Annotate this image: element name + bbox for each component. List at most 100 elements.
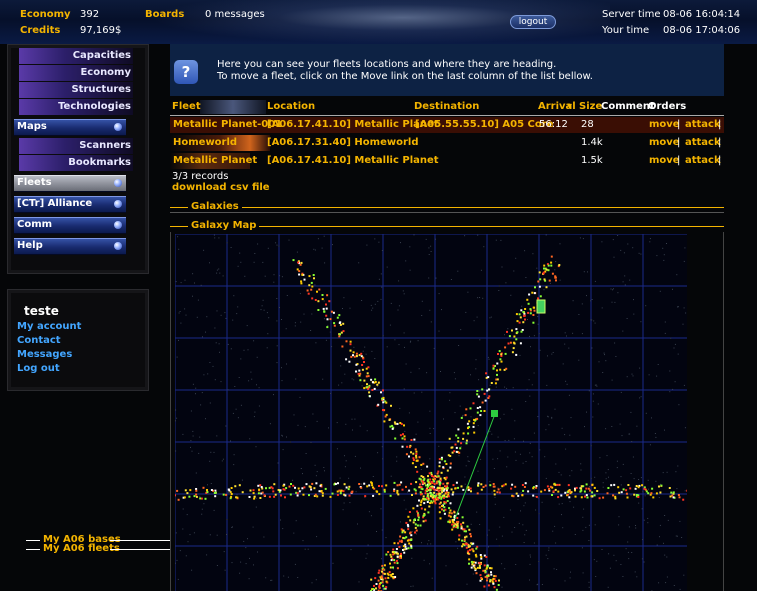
nav-capacities-label: Capacities xyxy=(72,50,131,61)
nav-structures-label: Structures xyxy=(71,84,131,95)
top-header: Economy 392 Credits 97,169$ Boards 0 mes… xyxy=(0,0,757,44)
nav-bookmarks-label: Bookmarks xyxy=(68,157,131,168)
divider xyxy=(26,549,40,550)
nav-technologies[interactable]: Technologies xyxy=(19,99,133,115)
server-time-label: Server time xyxy=(602,9,661,20)
move-link[interactable]: move xyxy=(649,119,680,130)
map-grid xyxy=(175,234,687,591)
records-count: 3/3 records xyxy=(172,171,229,182)
server-time-value: 08-06 16:04:14 xyxy=(663,9,741,20)
separator: | xyxy=(718,137,722,148)
fleet-marker[interactable] xyxy=(491,410,498,417)
nav-bookmarks[interactable]: Bookmarks xyxy=(19,155,133,171)
location-link[interactable]: [A06.17.41.10] Metallic Planet xyxy=(267,155,439,166)
user-panel: teste My account Contact Messages Log ou… xyxy=(7,289,149,391)
fleet-route-line xyxy=(454,413,496,520)
separator: | xyxy=(718,155,722,166)
nav-capacities[interactable]: Capacities xyxy=(19,48,133,64)
divider xyxy=(26,540,40,541)
nav-technologies-label: Technologies xyxy=(58,101,131,112)
separator: | xyxy=(677,119,681,130)
nav-fleets-label: Fleets xyxy=(17,177,52,188)
move-link[interactable]: move xyxy=(649,137,680,148)
col-comment: Comment xyxy=(601,101,655,112)
logout-button[interactable]: logout xyxy=(510,15,556,29)
messages-count[interactable]: 0 messages xyxy=(205,9,265,20)
divider xyxy=(110,549,170,550)
divider xyxy=(170,212,724,213)
nav-scanners-label: Scanners xyxy=(79,140,131,151)
left-navigation: Capacities Economy Structures Technologi… xyxy=(7,44,149,274)
orb-icon xyxy=(114,123,122,131)
fleet-name-link[interactable]: Metallic Planet-001 xyxy=(173,119,282,130)
separator: | xyxy=(677,155,681,166)
logout-link[interactable]: Log out xyxy=(17,363,60,374)
nav-maps-label: Maps xyxy=(17,121,47,132)
sort-desc-icon[interactable]: ▾ xyxy=(567,101,572,112)
orb-icon xyxy=(114,221,122,229)
nav-help[interactable]: Help xyxy=(14,238,126,255)
my-fleets-link[interactable]: My A06 fleets xyxy=(43,543,120,554)
info-line-2: To move a fleet, click on the Move link … xyxy=(217,71,593,82)
separator: | xyxy=(718,119,722,130)
attack-link[interactable]: attack xyxy=(685,155,721,166)
fleet-name-link[interactable]: Homeworld xyxy=(173,137,237,148)
your-time-value: 08-06 17:04:06 xyxy=(663,25,741,36)
col-destination[interactable]: Destination xyxy=(414,101,479,112)
galaxies-label: Galaxies xyxy=(188,201,242,212)
info-line-1: Here you can see your fleets locations a… xyxy=(217,59,557,70)
map-stars xyxy=(175,234,687,591)
arrival-time: 56:12 xyxy=(539,119,568,130)
col-size[interactable]: Size xyxy=(579,101,602,112)
nav-economy[interactable]: Economy xyxy=(19,65,133,81)
location-link[interactable]: [A06.17.41.10] Metallic Planet xyxy=(267,119,439,130)
nav-comm-label: Comm xyxy=(17,219,53,230)
my-account-link[interactable]: My account xyxy=(17,321,81,332)
galaxy-map-section[interactable]: Galaxy Map xyxy=(170,220,724,232)
economy-value: 392 xyxy=(80,9,100,20)
username: teste xyxy=(24,304,59,318)
col-orders: Orders xyxy=(648,101,687,112)
your-time-label: Your time xyxy=(602,25,650,36)
nav-fleets[interactable]: Fleets xyxy=(14,175,126,192)
nav-comm[interactable]: Comm xyxy=(14,217,126,234)
destination-link[interactable]: [A05.55.55.10] A05 Core xyxy=(415,119,553,130)
nav-alliance[interactable]: [CTr] Alliance xyxy=(14,196,126,213)
col-location[interactable]: Location xyxy=(267,101,315,112)
fleet-size: 28 xyxy=(581,119,594,130)
header-banner xyxy=(200,100,266,114)
credits-label: Credits xyxy=(20,25,61,36)
contact-link[interactable]: Contact xyxy=(17,335,61,346)
fleet-table-header: Fleet Location Destination Arrival ▾ Siz… xyxy=(170,100,724,116)
base-marker[interactable] xyxy=(536,299,546,314)
col-fleet[interactable]: Fleet xyxy=(172,101,201,112)
divider xyxy=(110,540,170,541)
nav-economy-label: Economy xyxy=(80,67,131,78)
divider xyxy=(723,232,724,591)
orb-icon xyxy=(114,179,122,187)
messages-link[interactable]: Messages xyxy=(17,349,72,360)
download-csv-link[interactable]: download csv file xyxy=(172,182,270,193)
fleet-size: 1.5k xyxy=(581,155,603,166)
move-link[interactable]: move xyxy=(649,155,680,166)
separator: | xyxy=(677,137,681,148)
info-box xyxy=(170,44,724,96)
table-row: Metallic Planet-001 [A06.17.41.10] Metal… xyxy=(170,117,724,133)
boards-link[interactable]: Boards xyxy=(145,9,184,20)
table-row: Homeworld [A06.17.31.40] Homeworld 1.4k … xyxy=(170,135,724,151)
nav-scanners[interactable]: Scanners xyxy=(19,138,133,154)
attack-link[interactable]: attack xyxy=(685,137,721,148)
galaxy-map[interactable] xyxy=(175,234,687,591)
orb-icon xyxy=(114,200,122,208)
location-link[interactable]: [A06.17.31.40] Homeworld xyxy=(267,137,419,148)
fleet-name-link[interactable]: Metallic Planet xyxy=(173,155,257,166)
nav-maps[interactable]: Maps xyxy=(14,119,126,136)
nav-help-label: Help xyxy=(17,240,43,251)
credits-value: 97,169$ xyxy=(80,25,122,36)
nav-structures[interactable]: Structures xyxy=(19,82,133,98)
fleet-size: 1.4k xyxy=(581,137,603,148)
economy-label: Economy xyxy=(20,9,71,20)
table-row: Metallic Planet [A06.17.41.10] Metallic … xyxy=(170,153,724,169)
orb-icon xyxy=(114,242,122,250)
attack-link[interactable]: attack xyxy=(685,119,721,130)
